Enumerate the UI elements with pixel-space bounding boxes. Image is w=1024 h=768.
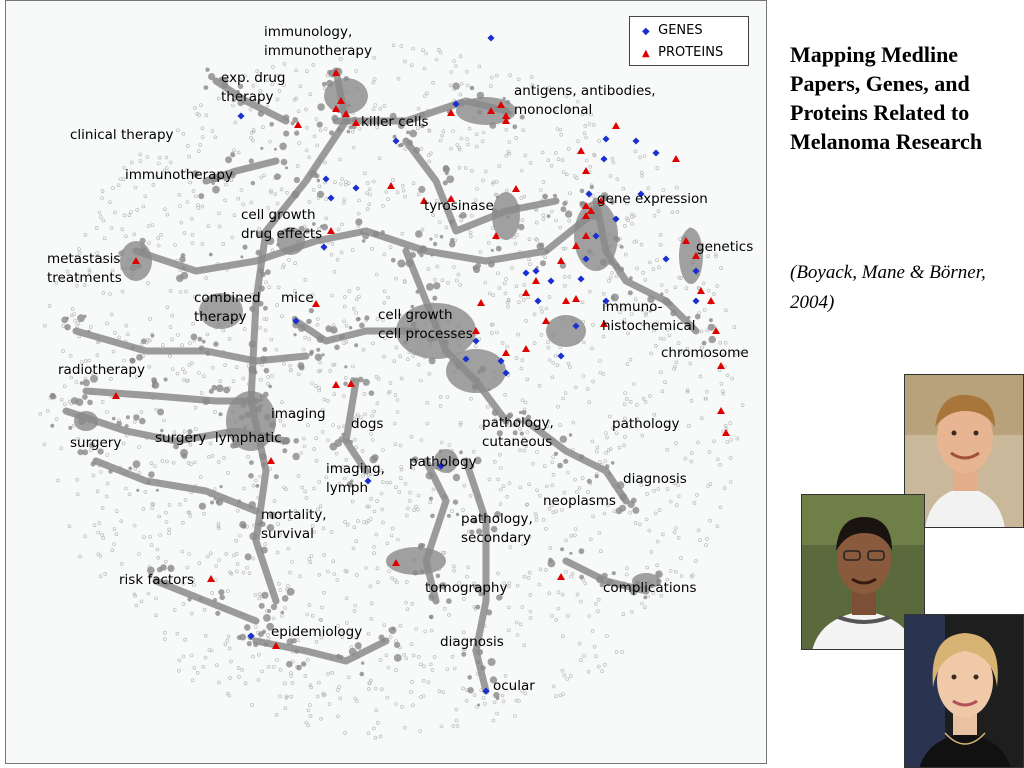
map-label-immunology: immunology, immunotherapy: [264, 24, 372, 59]
map-label-gene-expression: gene expression: [597, 191, 708, 207]
map-label-clinical-therapy: clinical therapy: [70, 127, 174, 143]
author-photo-3: [904, 614, 1024, 768]
legend-label: GENES: [658, 23, 703, 38]
map-label-pathology-cutaneous: pathology, cutaneous: [482, 415, 554, 450]
gene-marker-icon: ◆: [642, 26, 650, 37]
map-label-dogs: dogs: [351, 416, 384, 432]
map-label-pathology-mid: pathology: [409, 454, 477, 470]
map-label-immunotherapy: immunotherapy: [125, 167, 233, 183]
map-label-imaging-lymph: imaging, lymph: [326, 461, 385, 496]
map-label-ocular: ocular: [493, 678, 535, 694]
map-label-cell-growth-proc: cell growth cell processes: [378, 307, 473, 342]
map-label-antigens: antigens, antibodies, monoclonal: [514, 83, 656, 118]
slide-title: Mapping Medline Papers, Genes, and Prote…: [790, 42, 983, 154]
map-label-radiotherapy: radiotherapy: [58, 362, 145, 378]
legend-item-proteins: ▲ PROTEINS: [642, 45, 723, 60]
map-label-mice: mice: [281, 290, 314, 306]
topic-map: immunology, immunotherapy exp. drug thera…: [5, 0, 767, 764]
map-label-pathology-secondary: pathology, secondary: [461, 511, 533, 546]
map-label-epidemiology: epidemiology: [271, 624, 363, 640]
map-label-mortality: mortality, survival: [261, 507, 327, 542]
map-label-killer-cells: killer cells: [361, 114, 429, 130]
legend-label: PROTEINS: [658, 45, 724, 60]
map-label-tyrosinase: tyrosinase: [424, 198, 494, 214]
map-label-neoplasms: neoplasms: [543, 493, 616, 509]
citation: (Boyack, Mane & Börner, 2004): [790, 262, 986, 313]
map-label-complications: complications: [603, 580, 697, 596]
map-label-combined-therapy: combined therapy: [194, 290, 261, 325]
map-label-chromosome: chromosome: [661, 345, 749, 361]
map-label-cell-growth-drug: cell growth drug effects: [241, 207, 323, 242]
map-label-risk-factors: risk factors: [119, 572, 195, 588]
map-label-metastasis: metastasis treatments: [47, 251, 122, 286]
legend-item-genes: ◆ GENES: [642, 23, 703, 38]
map-label-surgery-lymphatic: surgery lymphatic: [155, 430, 282, 446]
map-label-diagnosis-right: diagnosis: [623, 471, 687, 487]
portrait-image: [905, 615, 1023, 767]
map-label-tomography: tomography: [425, 580, 508, 596]
map-label-genetics: genetics: [696, 239, 754, 255]
map-label-pathology-right: pathology: [612, 416, 680, 432]
protein-marker-icon: ▲: [642, 48, 650, 59]
map-label-exp-drug: exp. drug therapy: [221, 70, 286, 105]
legend: ◆ GENES ▲ PROTEINS: [629, 16, 749, 66]
map-label-imaging: imaging: [271, 406, 326, 422]
map-label-immuno-hist: immuno- histochemical: [602, 299, 696, 334]
map-label-surgery: surgery: [70, 435, 122, 451]
map-label-diagnosis-bottom: diagnosis: [440, 634, 504, 650]
